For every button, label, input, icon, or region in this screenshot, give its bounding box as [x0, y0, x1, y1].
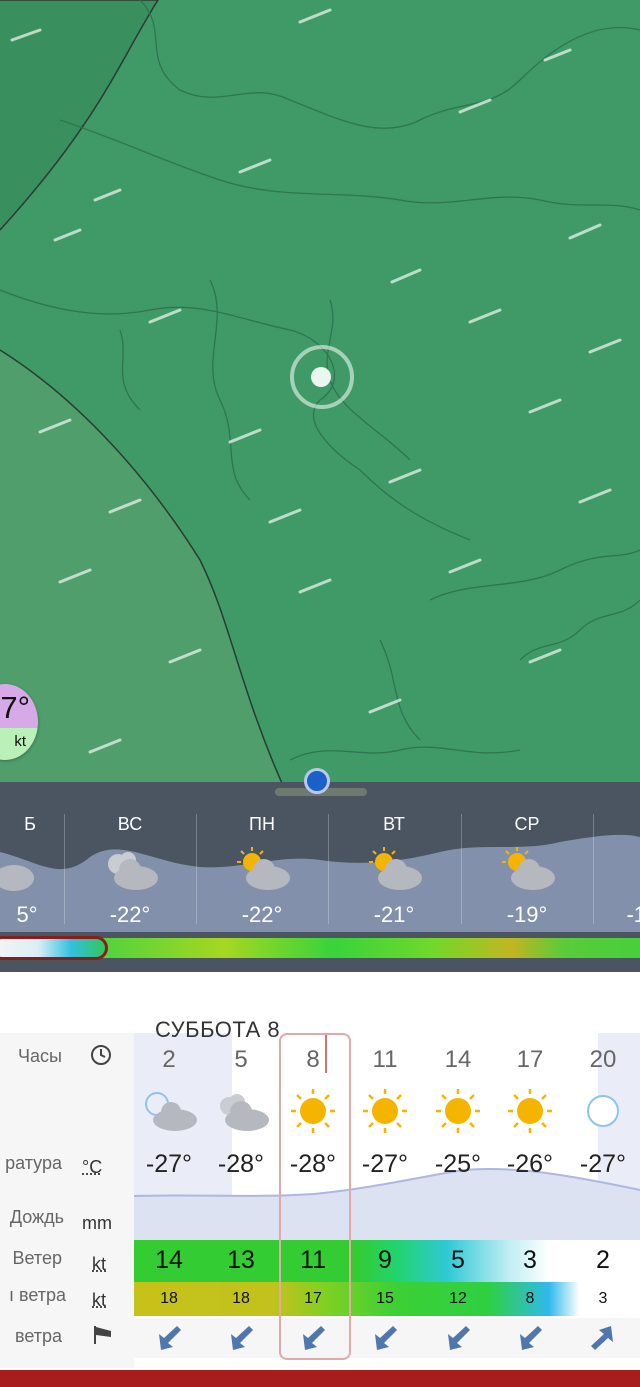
wind-gust: 18	[160, 1290, 178, 1307]
current-time-marker	[325, 1035, 327, 1073]
arrow-sw-icon	[205, 1322, 277, 1356]
sun-cloud-icon	[366, 846, 426, 896]
hour-label[interactable]: 20	[567, 1046, 639, 1074]
sun-icon	[422, 1088, 494, 1134]
timeline-colorbar[interactable]	[0, 932, 640, 972]
sun-icon	[349, 1088, 421, 1134]
hour-label[interactable]: 11	[349, 1046, 421, 1074]
label-gusts: ı ветра	[8, 1285, 66, 1305]
timeline-selection[interactable]	[0, 936, 108, 960]
day-name: ВТ	[383, 814, 405, 834]
wind-speed: 3	[523, 1246, 537, 1274]
hour-temp: -26°	[506, 1150, 554, 1178]
forecast-day[interactable]: Б 5°	[0, 812, 66, 932]
wind-gust: 12	[449, 1290, 467, 1307]
wind-speed: 13	[227, 1246, 255, 1274]
selected-hour-highlight[interactable]	[279, 1033, 351, 1360]
moon-icon	[567, 1088, 639, 1134]
day-temp: -1	[626, 902, 640, 927]
unit-gusts: kt	[92, 1290, 107, 1310]
wind-speed: 2	[596, 1246, 610, 1274]
arrow-sw-icon	[422, 1322, 494, 1356]
row-labels	[0, 1033, 134, 1368]
day-temp: -21°	[373, 902, 415, 927]
day-temp: 5°	[16, 902, 38, 927]
hour-temp: -27°	[579, 1150, 627, 1178]
moon-cloud-icon	[133, 1088, 205, 1134]
wind-speed: 9	[378, 1246, 392, 1274]
clock-icon	[90, 1044, 112, 1071]
forecast-day[interactable]: ВС -22°	[64, 812, 196, 932]
sun-icon	[494, 1088, 566, 1134]
wind-gust: 18	[232, 1290, 250, 1307]
wind-gust: 3	[598, 1290, 608, 1307]
label-direction: ветра	[14, 1326, 62, 1346]
location-dot	[311, 367, 331, 387]
wind-gust: 8	[525, 1290, 535, 1307]
forecast-day[interactable]: ПН -22°	[196, 812, 328, 932]
label-temperature: ратура	[5, 1153, 62, 1173]
arrow-ne-icon	[567, 1322, 639, 1356]
wind-speed: 5	[451, 1246, 465, 1274]
day-title: СУББОТА 8	[155, 1017, 281, 1042]
label-rain: Дождь	[9, 1207, 64, 1227]
sun-cloud-icon	[499, 846, 559, 896]
forecast-day[interactable]: СР -19°	[461, 812, 593, 932]
wind-speed: 14	[155, 1246, 183, 1274]
label-wind: Ветер	[12, 1248, 62, 1268]
day-name: Б	[24, 814, 36, 834]
partly-cloudy-icon	[0, 846, 52, 896]
day-temp: -22°	[241, 902, 283, 927]
my-location-icon[interactable]	[304, 768, 330, 794]
unit-wind: kt	[92, 1254, 107, 1274]
unit-temp: °C	[82, 1157, 103, 1177]
hour-label[interactable]: 14	[422, 1046, 494, 1074]
hour-label[interactable]: 5	[205, 1046, 277, 1074]
arrow-sw-icon	[494, 1322, 566, 1356]
sun-icon	[621, 846, 640, 896]
day-temp: -22°	[109, 902, 151, 927]
day-name: ПН	[249, 814, 275, 834]
hour-label[interactable]: 17	[494, 1046, 566, 1074]
forecast-day[interactable]: ВТ -21°	[328, 812, 460, 932]
partly-cloudy-icon	[102, 846, 162, 896]
wind-gust: 15	[376, 1290, 394, 1307]
label-hours: Часы	[18, 1046, 62, 1066]
arrow-sw-icon	[133, 1322, 205, 1356]
hour-temp: -27°	[145, 1150, 193, 1178]
hour-temp: -25°	[434, 1150, 482, 1178]
day-temp: -19°	[506, 902, 548, 927]
forecast-day[interactable]: -1	[593, 812, 640, 932]
sun-cloud-icon	[234, 846, 294, 896]
day-name: СР	[514, 814, 540, 834]
hour-label[interactable]: 2	[133, 1046, 205, 1074]
day-name: ВС	[117, 814, 143, 834]
weather-map[interactable]: 7° kt	[0, 0, 640, 790]
windsock-icon	[92, 1324, 114, 1351]
hour-temp: -28°	[217, 1150, 265, 1178]
arrow-sw-icon	[349, 1322, 421, 1356]
hour-temp: -27°	[361, 1150, 409, 1178]
cloud-icon	[205, 1088, 277, 1134]
bottom-bar	[0, 1370, 640, 1387]
unit-rain: mm	[82, 1213, 112, 1233]
